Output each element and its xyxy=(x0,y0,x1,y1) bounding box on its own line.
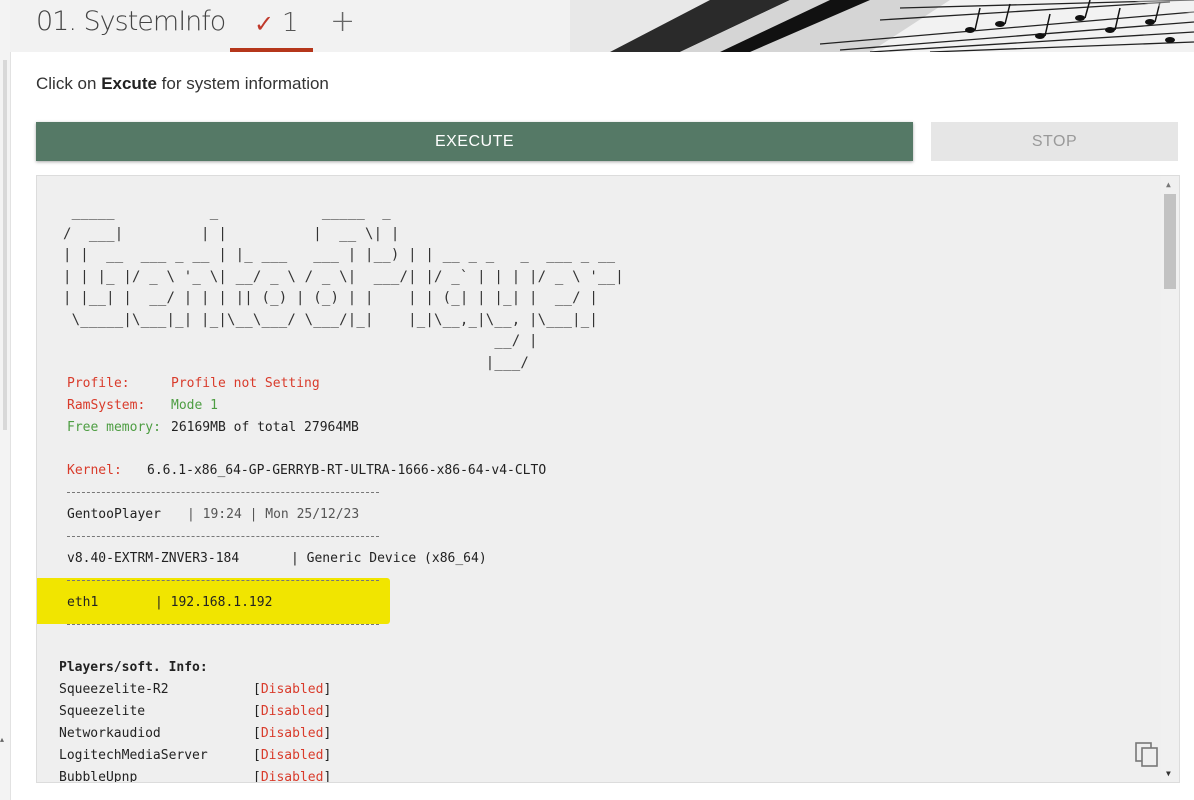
tab-active-1[interactable]: ✓ 1 xyxy=(230,0,313,52)
separator-2 xyxy=(67,536,379,537)
scroll-down-icon[interactable]: ▼ xyxy=(1166,769,1171,778)
separator-3 xyxy=(67,580,379,581)
instruction-text: Click on Excute for system information xyxy=(36,74,329,94)
device: | Generic Device (x86_64) xyxy=(291,551,487,566)
tab-systeminfo-title[interactable]: 01. SystemInfo xyxy=(36,6,226,37)
player-status-text: Disabled xyxy=(260,748,324,763)
ramsystem-value: Mode 1 xyxy=(171,398,218,413)
player-status: [Disabled] xyxy=(253,682,332,697)
separator-1 xyxy=(67,492,379,493)
datetime: | 19:24 | Mon 25/12/23 xyxy=(187,507,360,522)
scroll-up-icon[interactable]: ▲ xyxy=(1166,180,1171,189)
instruction-suffix: for system information xyxy=(156,74,329,93)
tab-number: 1 xyxy=(282,8,299,38)
player-status: [Disabled] xyxy=(253,704,332,719)
add-tab-button[interactable]: + xyxy=(330,4,355,39)
ip-address: | 192.168.1.192 xyxy=(155,595,273,610)
check-icon: ✓ xyxy=(254,11,275,38)
player-name: LogitechMediaServer xyxy=(59,748,208,763)
version: v8.40-EXTRM-ZNVER3-184 xyxy=(67,551,240,566)
kernel-label: Kernel: xyxy=(67,463,122,478)
player-status-text: Disabled xyxy=(260,704,324,719)
system-info-output[interactable]: _____ _ _____ _ / ___| | | | __ \| | | |… xyxy=(36,175,1180,783)
left-arrow-icon: ▴ xyxy=(0,735,5,744)
copy-icon[interactable] xyxy=(1135,742,1159,768)
player-status-text: Disabled xyxy=(260,726,324,741)
scroll-thumb[interactable] xyxy=(1164,194,1176,289)
output-scrollbar[interactable]: ▲ ▼ xyxy=(1161,176,1179,782)
header-sheet-music-image xyxy=(570,0,1194,52)
players-header: Players/soft. Info: xyxy=(59,660,208,675)
network-interface: eth1 xyxy=(67,595,99,610)
app-name: GentooPlayer xyxy=(67,507,161,522)
gentooplayer-ascii-logo: _____ _ _____ _ / ___| | | | __ \| | | |… xyxy=(63,204,624,371)
player-name: Squeezelite-R2 xyxy=(59,682,169,697)
player-name: Squeezelite xyxy=(59,704,146,719)
window-left-gutter: ▴ xyxy=(0,0,11,800)
profile-label: Profile: xyxy=(67,376,130,391)
tab-bar: 01. SystemInfo ✓ 1 + xyxy=(10,0,1194,52)
stop-button[interactable]: STOP xyxy=(931,122,1178,161)
ramsystem-label: RamSystem: xyxy=(67,398,146,413)
execute-button[interactable]: EXECUTE xyxy=(36,122,913,161)
freemem-label: Free memory: xyxy=(67,420,161,435)
player-status: [Disabled] xyxy=(253,748,332,763)
instruction-bold: Excute xyxy=(101,74,157,93)
player-name: Networkaudiod xyxy=(59,726,161,741)
player-status-text: Disabled xyxy=(260,682,324,697)
player-status-text: Disabled xyxy=(260,770,324,783)
instruction-prefix: Click on xyxy=(36,74,102,93)
player-status: [Disabled] xyxy=(253,770,332,783)
player-status: [Disabled] xyxy=(253,726,332,741)
freemem-value: 26169MB of total 27964MB xyxy=(171,420,359,435)
tab-active-underline xyxy=(230,48,313,52)
separator-4 xyxy=(67,624,379,625)
left-scroll-track xyxy=(3,60,7,430)
kernel-value: 6.6.1-x86_64-GP-GERRYB-RT-ULTRA-1666-x86… xyxy=(147,463,547,478)
player-name: BubbleUpnp xyxy=(59,770,138,783)
profile-value: Profile not Setting xyxy=(171,376,320,391)
